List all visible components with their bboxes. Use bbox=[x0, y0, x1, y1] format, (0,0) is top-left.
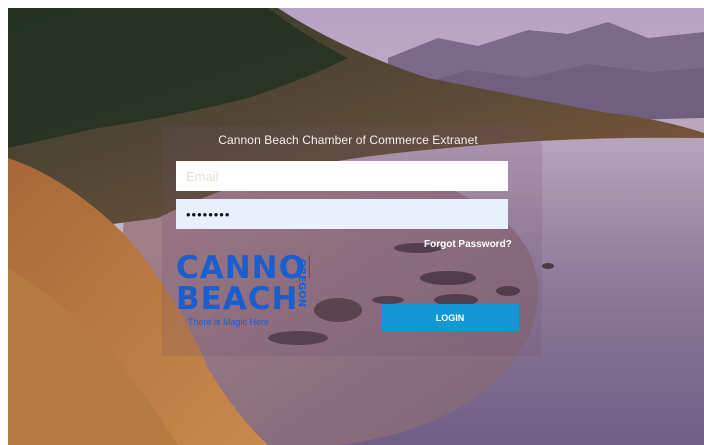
login-button[interactable]: LOGIN bbox=[381, 304, 519, 331]
password-field[interactable] bbox=[176, 199, 508, 229]
page-title: Cannon Beach Chamber of Commerce Extrane… bbox=[218, 133, 478, 147]
svg-text:There is Magic Here: There is Magic Here bbox=[188, 317, 269, 327]
cannon-beach-logo: CANNON BEACH OREGON There is Magic Here bbox=[174, 247, 332, 344]
email-field[interactable] bbox=[176, 161, 508, 191]
svg-text:OREGON: OREGON bbox=[296, 259, 307, 307]
forgot-password-link[interactable]: Forgot Password? bbox=[424, 239, 512, 250]
svg-text:BEACH: BEACH bbox=[176, 281, 299, 317]
